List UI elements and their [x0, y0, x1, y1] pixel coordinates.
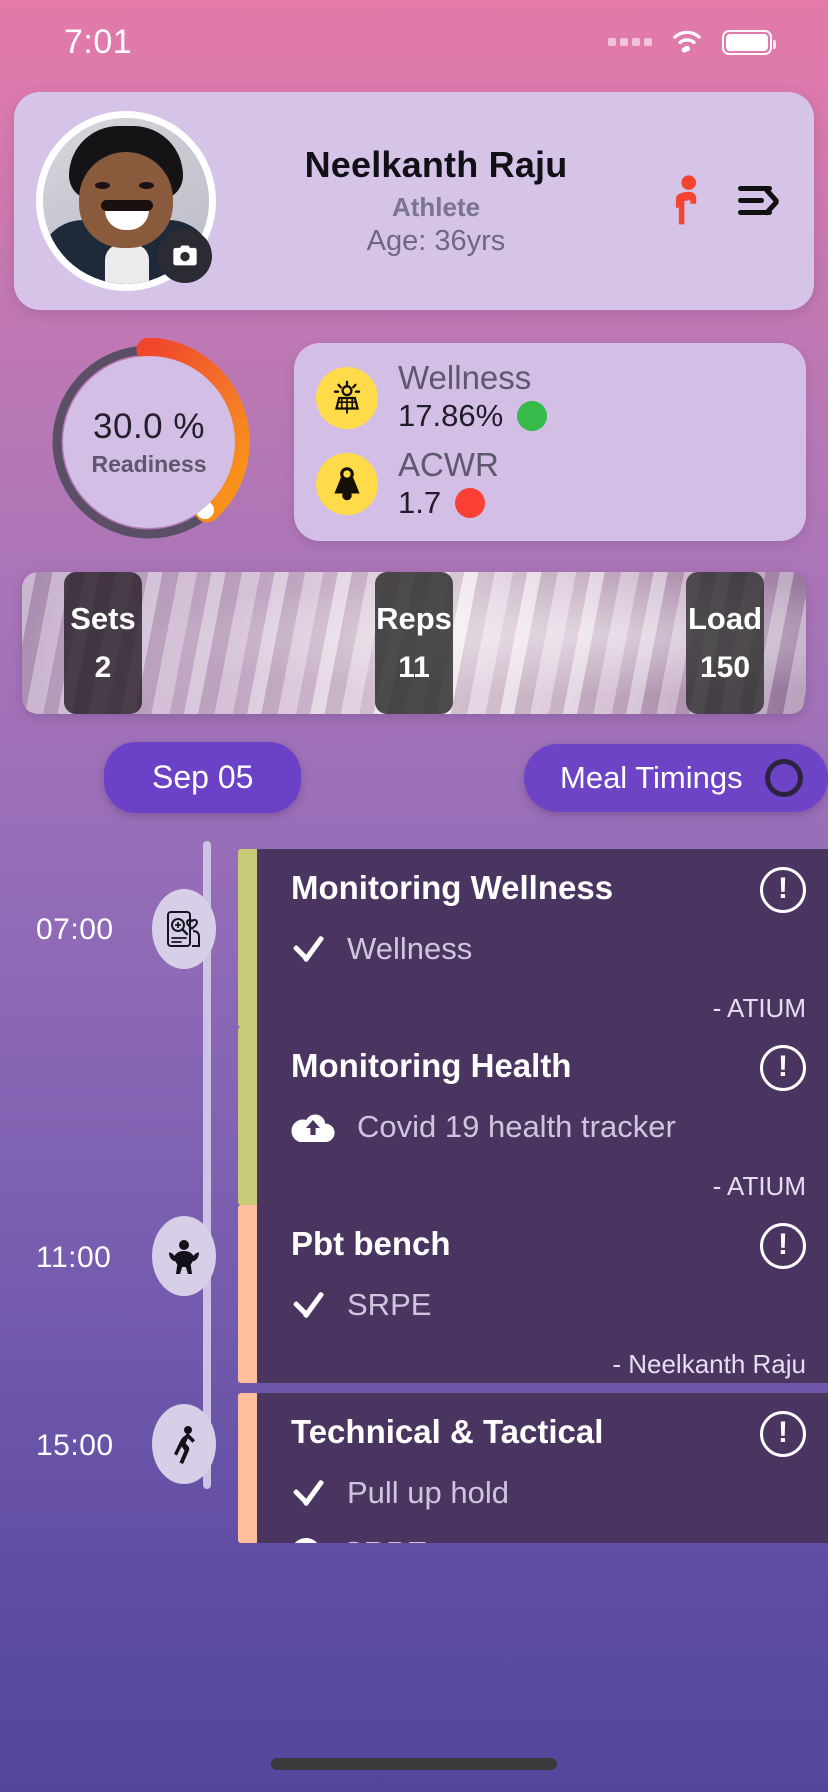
stat-value: 17.86% — [398, 398, 504, 433]
profile-info: Neelkanth Raju Athlete Age: 36yrs — [216, 144, 666, 258]
mobile-health-monitor-icon[interactable] — [152, 889, 216, 969]
card-accent — [238, 1027, 257, 1205]
timeline-card[interactable]: Technical & Tactical ! Pull up hold SRPE — [238, 1393, 828, 1543]
stat-title: ACWR — [398, 446, 499, 483]
profile-age: Age: 36yrs — [366, 225, 506, 257]
timeline-card[interactable]: Monitoring Health ! Covid 19 health trac… — [238, 1027, 828, 1205]
banner-tile-reps: Reps 11 — [375, 572, 453, 714]
exclamation-circle-icon[interactable]: ! — [760, 1411, 806, 1457]
readiness-value: 30.0 % — [93, 406, 205, 446]
card-item-label: Pull up hold — [347, 1475, 510, 1510]
card-title: Monitoring Health — [291, 1047, 572, 1084]
exclamation-circle-icon[interactable]: ! — [760, 867, 806, 913]
avatar[interactable] — [36, 111, 216, 291]
timeline: 07:00 Monitoring Wellness ! Wellness - A… — [0, 841, 828, 1543]
card-accent — [238, 1205, 257, 1383]
metrics-row: 30.0 % Readiness Wellness 17.86% ACWR 1.… — [0, 338, 828, 546]
home-indicator[interactable] — [271, 1758, 557, 1770]
stat-title: Wellness — [398, 359, 532, 397]
check-icon — [291, 1476, 325, 1510]
card-item-label: SRPE — [343, 1535, 427, 1543]
meal-timings-label: Meal Timings — [560, 759, 743, 795]
check-icon — [291, 932, 325, 966]
signal-dots-icon — [608, 38, 652, 46]
alert-glyph: ! — [778, 1416, 788, 1449]
exclamation-circle-icon[interactable]: ! — [760, 1045, 806, 1091]
date-pill[interactable]: Sep 05 — [104, 742, 302, 813]
card-item-label: SRPE — [347, 1287, 432, 1322]
tile-value: 2 — [94, 651, 112, 684]
banner-tile-load: Load 150 — [686, 572, 764, 714]
banner-tile-sets: Sets 2 — [64, 572, 142, 714]
exclamation-circle-icon[interactable]: ! — [760, 1223, 806, 1269]
timeline-time: 11:00 — [36, 1241, 112, 1274]
athlete-jump-icon[interactable] — [152, 1404, 216, 1484]
card-accent — [238, 849, 257, 1027]
controls-row: Sep 05 Meal Timings — [0, 742, 828, 813]
card-item-label: Covid 19 health tracker — [357, 1109, 676, 1144]
tile-label: Load — [687, 601, 763, 636]
card-attribution: - Neelkanth Raju — [612, 1349, 806, 1379]
profile-actions — [666, 175, 788, 227]
card-attribution: - ATIUM — [712, 993, 806, 1023]
alert-glyph: ! — [778, 1050, 788, 1083]
circle-outline-icon[interactable] — [764, 758, 803, 797]
stat-row-wellness[interactable]: Wellness 17.86% — [316, 361, 788, 434]
cloud-upload-icon — [291, 1110, 335, 1144]
readiness-label: Readiness — [91, 450, 207, 477]
tile-value: 11 — [398, 651, 430, 684]
tile-value: 150 — [699, 651, 751, 684]
status-clock: 7:01 — [64, 22, 133, 61]
card-title: Monitoring Wellness — [291, 869, 614, 906]
battery-icon — [722, 29, 776, 55]
tile-label: Reps — [376, 601, 452, 636]
status-badge — [455, 487, 486, 518]
stat-row-acwr[interactable]: ACWR 1.7 — [316, 446, 788, 521]
alert-glyph: ! — [778, 872, 788, 905]
check-icon — [291, 1288, 325, 1322]
status-indicators — [608, 26, 776, 59]
readiness-gauge-holder: 30.0 % Readiness — [24, 338, 274, 546]
card-item-label: Wellness — [347, 931, 473, 966]
timeline-time: 07:00 — [36, 913, 114, 946]
card-accent — [238, 1393, 257, 1543]
alert-glyph: ! — [778, 1228, 788, 1261]
card-attribution: - ATIUM — [712, 1171, 806, 1201]
camera-icon[interactable] — [158, 229, 212, 283]
readiness-gauge[interactable]: 30.0 % Readiness — [45, 338, 253, 546]
timeline-card[interactable]: Monitoring Wellness ! Wellness - ATIUM — [238, 849, 828, 1027]
card-title: Pbt bench — [291, 1225, 451, 1262]
profile-card[interactable]: Neelkanth Raju Athlete Age: 36yrs — [14, 92, 814, 310]
timeline-time: 15:00 — [36, 1429, 114, 1462]
bodybuilder-icon[interactable] — [152, 1216, 216, 1296]
workout-banner[interactable]: Sets 2 Reps 11 Load 150 — [22, 572, 806, 714]
profile-name: Neelkanth Raju — [304, 144, 568, 185]
status-badge — [517, 401, 548, 431]
card-title: Technical & Tactical — [291, 1413, 604, 1450]
stats-card: Wellness 17.86% ACWR 1.7 — [294, 343, 806, 541]
weight-kettlebell-icon — [316, 453, 378, 516]
dot-icon — [291, 1538, 321, 1543]
meal-timings-pill[interactable]: Meal Timings — [524, 743, 828, 812]
status-bar: 7:01 — [0, 0, 828, 84]
person-running-icon[interactable] — [666, 175, 708, 227]
menu-collapse-icon[interactable] — [738, 184, 782, 218]
stat-value: 1.7 — [398, 484, 442, 520]
wifi-icon — [668, 26, 706, 59]
profile-role: Athlete — [391, 192, 481, 222]
timeline-card[interactable]: Pbt bench ! SRPE - Neelkanth Raju — [238, 1205, 828, 1383]
tile-label: Sets — [70, 601, 136, 636]
sun-panel-icon — [316, 366, 378, 429]
